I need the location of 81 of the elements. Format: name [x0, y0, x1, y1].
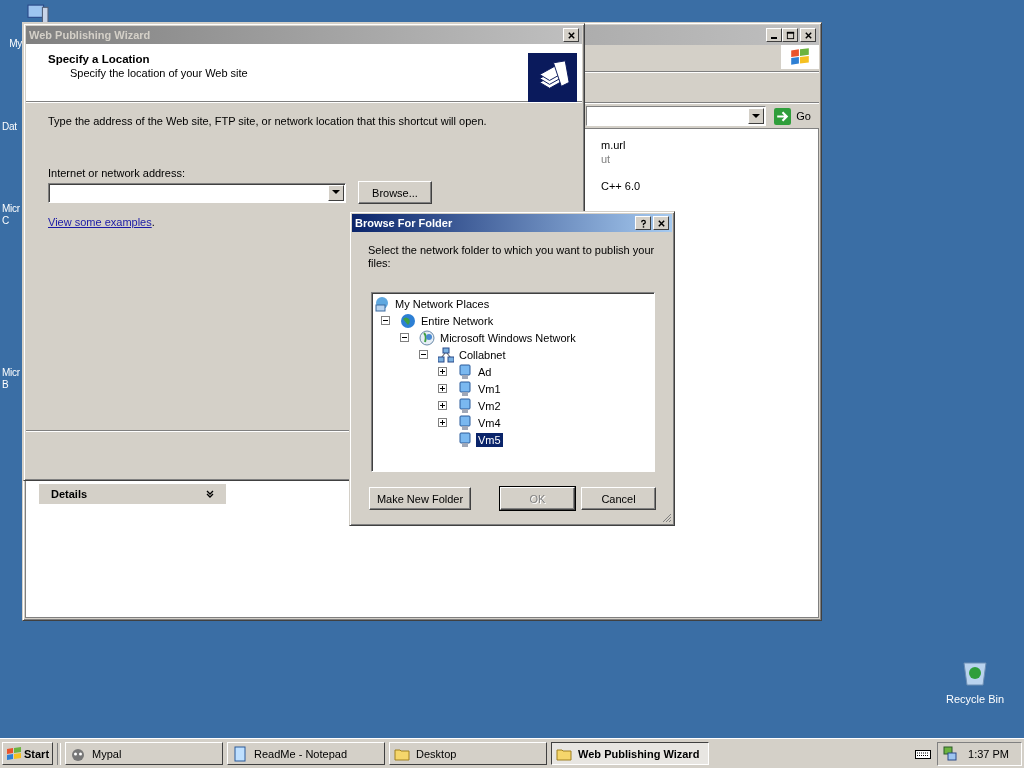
- workgroup-icon: [438, 346, 454, 363]
- dropdown-button[interactable]: [328, 184, 344, 201]
- help-icon: [638, 218, 648, 228]
- collapse-box-icon[interactable]: [381, 316, 390, 325]
- caret-icon: [752, 113, 761, 119]
- tree-item[interactable]: Ad: [476, 364, 494, 379]
- expand-box-icon[interactable]: [438, 418, 447, 427]
- tree-item[interactable]: Vm2: [476, 398, 503, 413]
- expand-box-icon[interactable]: [438, 384, 447, 393]
- keyboard-icon[interactable]: [915, 747, 932, 760]
- network-places-icon: [374, 295, 390, 312]
- instruction-text: Type the address of the Web site, FTP site, or network location that this shortcut will open.: [48, 115, 488, 127]
- windows-logo-icon: [6, 745, 22, 762]
- address-field[interactable]: [586, 106, 767, 126]
- expand-box-icon[interactable]: [438, 367, 447, 376]
- computer-icon[interactable]: [24, 4, 52, 24]
- file-detail: ut: [601, 153, 612, 165]
- close-icon: [656, 218, 666, 228]
- go-button[interactable]: Go: [770, 105, 815, 127]
- taskbar-button[interactable]: Web Publishing Wizard: [551, 742, 710, 765]
- chevron-down-icon[interactable]: [206, 490, 214, 498]
- minimize-button[interactable]: [766, 28, 782, 42]
- close-icon: [566, 30, 576, 40]
- maximize-icon: [785, 30, 795, 40]
- network-icon[interactable]: [942, 745, 959, 762]
- expand-box-icon[interactable]: [438, 401, 447, 410]
- help-button[interactable]: [635, 216, 651, 230]
- notepad-icon: [232, 745, 249, 762]
- tree-item[interactable]: Vm5: [476, 432, 503, 447]
- desktop-icon-label[interactable]: Micr C: [0, 203, 26, 227]
- taskbar-button[interactable]: Desktop: [389, 742, 548, 765]
- tree-item[interactable]: Microsoft Windows Network: [438, 330, 578, 345]
- maximize-button[interactable]: [782, 28, 798, 42]
- dialog-button[interactable]: Cancel: [581, 487, 656, 510]
- resize-grip-icon[interactable]: [660, 511, 672, 523]
- dropdown-button[interactable]: [748, 108, 765, 124]
- tree-item[interactable]: Vm4: [476, 415, 503, 430]
- tree-item[interactable]: Entire Network: [419, 313, 496, 328]
- page-heading: Specify a Location: [48, 53, 151, 65]
- collapse-box-icon[interactable]: [419, 350, 428, 359]
- examples-link[interactable]: View some examples: [48, 216, 152, 228]
- desktop-icon-label[interactable]: My: [0, 38, 22, 50]
- close-button[interactable]: [563, 28, 579, 42]
- computer-icon: [457, 397, 473, 414]
- folder-tree[interactable]: My Network Places Entire Network Microsoft Windows Network Collabnet Ad Vm1 Vm2 Vm4 Vm5: [371, 292, 655, 472]
- tree-item[interactable]: Collabnet: [457, 347, 508, 362]
- computer-icon: [457, 363, 473, 380]
- browse-button[interactable]: Browse...: [358, 181, 432, 204]
- window-title: Web Publishing Wizard: [29, 29, 151, 41]
- globe-icon: [400, 312, 416, 329]
- computer-icon: [457, 414, 473, 431]
- clock: 1:37 PM: [968, 747, 1009, 760]
- start-button[interactable]: Start: [2, 742, 54, 765]
- file-name[interactable]: C++ 6.0: [601, 180, 641, 192]
- page-subheading: Specify the location of your Web site: [69, 67, 248, 79]
- caret-icon: [332, 190, 340, 195]
- recycle-bin-label[interactable]: Recycle Bin: [945, 693, 1005, 705]
- collapse-box-icon[interactable]: [400, 333, 409, 342]
- window-title: Browse For Folder: [355, 217, 453, 229]
- computer-icon: [457, 380, 473, 397]
- tree-item[interactable]: My Network Places: [393, 296, 492, 311]
- close-button[interactable]: [800, 28, 816, 42]
- file-name[interactable]: m.url: [601, 139, 641, 151]
- address-label: Internet or network address:: [48, 167, 186, 179]
- address-combo-box[interactable]: [48, 182, 346, 203]
- tree-item[interactable]: Vm1: [476, 381, 503, 396]
- period-text: .: [151, 216, 155, 228]
- windows-logo-icon: [781, 45, 819, 69]
- dialog-button[interactable]: Make New Folder: [369, 487, 471, 510]
- taskbar-button[interactable]: ReadMe - Notepad: [227, 742, 386, 765]
- details-panel-header[interactable]: Details: [39, 484, 226, 504]
- desktop-icon-label[interactable]: Dat: [0, 121, 24, 133]
- computer-icon: [457, 431, 473, 448]
- arrow-icon: [774, 107, 792, 125]
- dialog-prompt: Select the network folder to which you want to publish your files:: [367, 243, 656, 271]
- close-icon: [803, 30, 813, 40]
- minimize-icon: [771, 37, 777, 39]
- desktop-icon-label[interactable]: Micr B: [0, 367, 26, 391]
- globe-icon: [419, 329, 435, 346]
- taskbar-button[interactable]: Mypal: [65, 742, 224, 765]
- close-button[interactable]: [653, 216, 669, 230]
